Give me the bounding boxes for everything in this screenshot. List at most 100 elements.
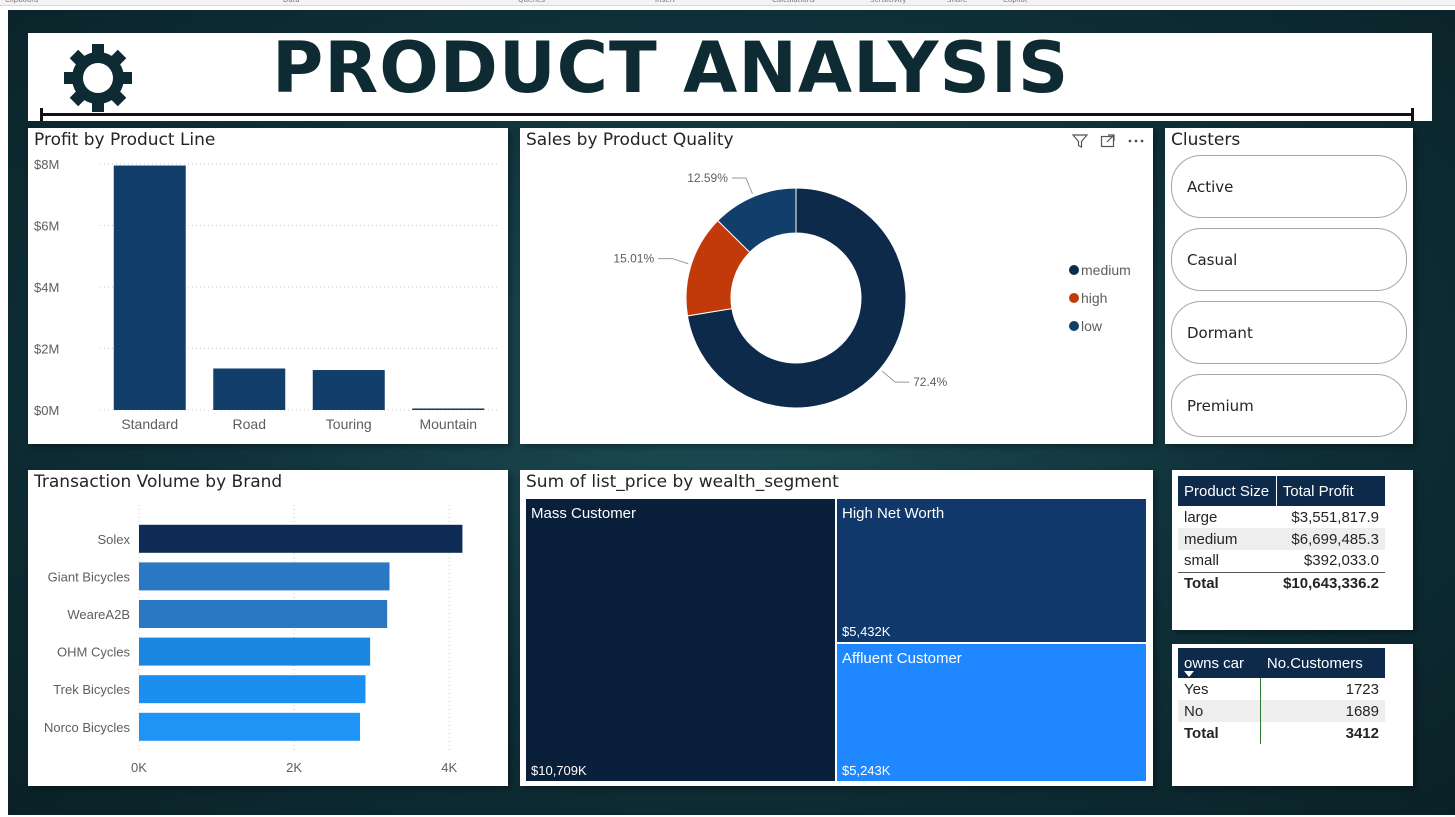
- legend-marker: [1069, 293, 1079, 303]
- table-row: No 1689: [1178, 700, 1385, 722]
- ribbon-group-label: Sensitivity: [870, 0, 907, 4]
- y-tick-label: Giant Bicycles: [48, 569, 131, 584]
- ribbon-group-label: Clipboard: [5, 0, 39, 4]
- table-row: small $392,033.0: [1178, 550, 1385, 572]
- table-row: large $3,551,817.9: [1178, 506, 1385, 528]
- table-cell: No: [1178, 700, 1262, 722]
- quality-donut-chart[interactable]: 72.4% 15.01% 12.59% medium high low: [520, 128, 1153, 444]
- ribbon-group-label: Calculations: [772, 0, 815, 4]
- data-label-leader: [731, 177, 753, 194]
- data-label: 12.59%: [687, 171, 728, 185]
- treemap-label: High Net Worth: [842, 505, 945, 522]
- table-row: Yes 1723: [1178, 678, 1385, 700]
- bar-standard[interactable]: [113, 165, 186, 410]
- legend-marker: [1069, 321, 1079, 331]
- sort-descending-icon[interactable]: [1184, 671, 1194, 677]
- bar-wearea2b[interactable]: [139, 600, 388, 628]
- clusters-slicer: Clusters Active Casual Dormant Premium: [1165, 128, 1413, 444]
- data-label-leader: [881, 370, 910, 383]
- column-header[interactable]: No.Customers: [1260, 648, 1385, 678]
- table-cell: small: [1184, 552, 1220, 570]
- y-tick-label: $6M: [34, 219, 59, 234]
- legend-label[interactable]: low: [1081, 318, 1103, 334]
- owns-car-table-panel: owns car No.Customers Yes 1723 No 1689 T…: [1172, 644, 1413, 786]
- table-cell: Total: [1178, 571, 1277, 594]
- y-tick-label: Norco Bicycles: [44, 720, 130, 735]
- table-cell: medium: [1178, 528, 1277, 550]
- wealth-treemap-panel[interactable]: Sum of list_price by wealth_segment Mass…: [520, 470, 1153, 786]
- y-tick-label: WeareA2B: [67, 607, 130, 622]
- x-tick-label: Standard: [121, 416, 178, 432]
- y-tick-label: OHM Cycles: [57, 645, 130, 660]
- bar-road[interactable]: [213, 368, 286, 410]
- y-tick-label: $2M: [34, 342, 59, 357]
- panel-title: Sum of list_price by wealth_segment: [526, 472, 839, 492]
- data-label: 72.4%: [913, 375, 947, 389]
- x-tick-label: Touring: [326, 416, 372, 432]
- profit-bar-chart[interactable]: $0M $2M $4M $6M $8M Standard Road Touring Mounta…: [28, 128, 508, 444]
- data-label-leader: [658, 258, 689, 265]
- bar-norco-bicycles[interactable]: [139, 712, 361, 741]
- bar-solex[interactable]: [139, 524, 463, 553]
- y-tick-label: $4M: [34, 280, 59, 295]
- brand-bar-chart[interactable]: 0K 2K 4K Solex Giant Bicycles WeareA2B OHM Cyc…: [28, 470, 508, 786]
- table-row: medium $6,699,485.3: [1178, 528, 1385, 550]
- bar-mountain[interactable]: [412, 408, 485, 410]
- column-header[interactable]: Product Size: [1178, 476, 1277, 506]
- treemap-value: $5,432K: [842, 624, 891, 639]
- column-header[interactable]: Total Profit: [1276, 476, 1385, 506]
- ribbon-group-label: Queries: [518, 0, 546, 4]
- bar-touring[interactable]: [312, 370, 385, 410]
- table-cell: $6,699,485.3: [1276, 528, 1385, 550]
- panel-title: Clusters: [1171, 130, 1241, 150]
- y-tick-label: $0M: [34, 403, 59, 418]
- column-header[interactable]: owns car: [1178, 648, 1261, 678]
- bar-trek-bicycles[interactable]: [139, 675, 366, 704]
- y-tick-label: $8M: [34, 157, 59, 172]
- table-cell: 3412: [1345, 724, 1379, 742]
- x-tick-label: Road: [233, 416, 266, 432]
- treemap-label: Affluent Customer: [842, 650, 962, 667]
- cluster-option-premium[interactable]: Premium: [1171, 374, 1407, 437]
- x-tick-label: Mountain: [419, 416, 477, 432]
- transactions-by-brand-panel[interactable]: Transaction Volume by Brand 0K 2K 4K Solex G…: [28, 470, 508, 786]
- table-cell: 1723: [1345, 680, 1379, 698]
- ribbon-group-label: Data: [283, 0, 300, 4]
- legend-label[interactable]: medium: [1081, 262, 1131, 278]
- treemap-label: Mass Customer: [531, 505, 637, 522]
- cluster-option-active[interactable]: Active: [1171, 155, 1407, 218]
- table-cell: Yes: [1178, 678, 1262, 700]
- cluster-option-casual[interactable]: Casual: [1171, 228, 1407, 291]
- product-size-table: Product Size Total Profit large $3,551,8…: [1178, 476, 1385, 594]
- treemap-value: $10,709K: [531, 763, 587, 778]
- table-cell: 1689: [1260, 700, 1385, 722]
- treemap-cell-high-net-worth[interactable]: High Net Worth $5,432K: [837, 499, 1146, 642]
- ribbon-strip: Clipboard Data Queries Insert Calculations Se…: [0, 0, 1455, 6]
- legend-marker: [1069, 265, 1079, 275]
- bar-ohm-cycles[interactable]: [139, 637, 371, 666]
- bar-giant-bicycles[interactable]: [139, 562, 390, 591]
- profit-by-line-panel[interactable]: Profit by Product Line $0M $2M $4M $6M $8M St…: [28, 128, 508, 444]
- table-cell: $10,643,336.2: [1276, 571, 1385, 594]
- table-cell: $392,033.0: [1303, 552, 1379, 570]
- header-divider: [40, 108, 1414, 121]
- cluster-option-dormant[interactable]: Dormant: [1171, 301, 1407, 364]
- table-cell: $3,551,817.9: [1291, 508, 1379, 526]
- gear-icon: [64, 44, 132, 112]
- product-size-table-panel: Product Size Total Profit large $3,551,8…: [1172, 470, 1413, 630]
- page-title: PRODUCT ANALYSIS: [272, 27, 1070, 109]
- x-tick-label: 4K: [441, 760, 457, 775]
- sales-by-quality-panel[interactable]: Sales by Product Quality 72.4% 15.01% 12.5…: [520, 128, 1153, 444]
- treemap-cell-affluent-customer[interactable]: Affluent Customer $5,243K: [837, 644, 1146, 781]
- table-total-row: Total $10,643,336.2: [1178, 571, 1385, 594]
- y-tick-label: Solex: [97, 532, 130, 547]
- table-cell: large: [1184, 508, 1218, 526]
- column-header-label: owns car: [1184, 654, 1245, 672]
- ribbon-group-label: Share: [947, 0, 968, 4]
- ribbon-group-label: Copilot: [1003, 0, 1028, 4]
- treemap-cell-mass-customer[interactable]: Mass Customer $10,709K: [526, 499, 835, 781]
- ribbon-group-label: Insert: [655, 0, 676, 4]
- table-total-row: Total 3412: [1178, 722, 1385, 744]
- legend-label[interactable]: high: [1081, 290, 1107, 306]
- owns-car-table: owns car No.Customers Yes 1723 No 1689 T…: [1178, 648, 1385, 744]
